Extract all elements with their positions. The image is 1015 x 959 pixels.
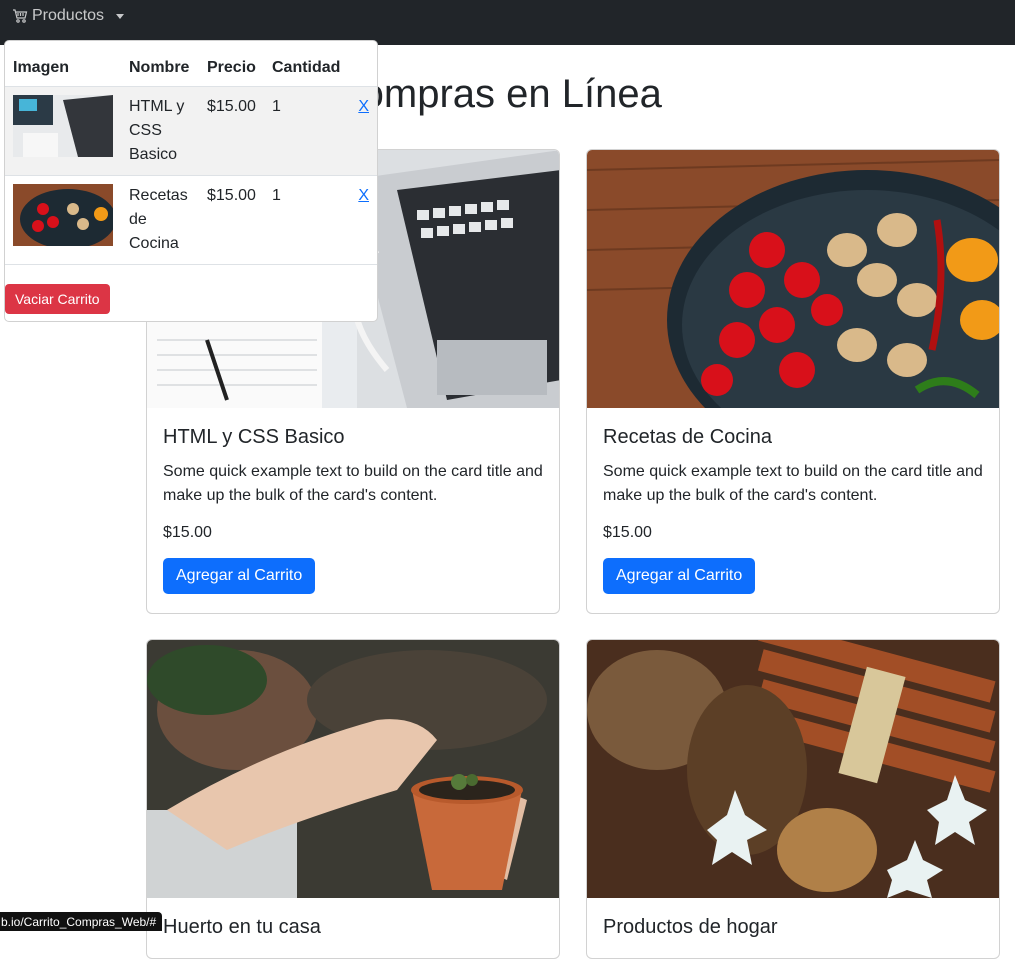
- card-image-home: [587, 640, 999, 898]
- add-to-cart-button[interactable]: Agregar al Carrito: [603, 558, 756, 594]
- cart-item-qty: 1: [264, 175, 351, 265]
- cart-icon: [12, 8, 28, 24]
- cart-table-header: Imagen Nombre Precio Cantidad: [5, 41, 377, 87]
- cart-item-price: $15.00: [199, 175, 264, 265]
- product-card: Huerto en tu casa: [146, 639, 560, 959]
- add-to-cart-button[interactable]: Agregar al Carrito: [163, 558, 316, 594]
- card-price: $15.00: [163, 524, 212, 541]
- cart-item-name: HTML y CSS Basico: [121, 86, 199, 176]
- cart-item-price: $15.00: [199, 86, 264, 176]
- header-remove: [350, 41, 377, 87]
- card-price: $15.00: [603, 524, 652, 541]
- empty-cart-button[interactable]: Vaciar Carrito: [5, 284, 110, 314]
- card-title: Productos de hogar: [603, 916, 778, 938]
- card-text: Some quick example text to build on the …: [603, 463, 983, 504]
- card-text: Some quick example text to build on the …: [163, 463, 543, 504]
- nav-brand-label: Productos: [32, 7, 105, 24]
- header-imagen: Imagen: [5, 41, 121, 87]
- product-card: Recetas de Cocina Some quick example tex…: [586, 149, 1000, 614]
- productos-dropdown-toggle[interactable]: Productos: [12, 7, 125, 25]
- remove-item-link[interactable]: X: [358, 187, 369, 204]
- header-nombre: Nombre: [121, 41, 199, 87]
- caret-down-icon: [116, 13, 125, 19]
- cart-thumb-laptop: [13, 95, 113, 157]
- card-title: Huerto en tu casa: [163, 916, 321, 938]
- cart-item-qty: 1: [264, 86, 351, 176]
- cart-thumb-cell: [5, 175, 121, 265]
- cart-row: Recetas de Cocina $15.00 1 X: [5, 175, 377, 265]
- header-cantidad: Cantidad: [264, 41, 351, 87]
- card-image-cooking: [587, 150, 999, 408]
- remove-item-link[interactable]: X: [358, 98, 369, 115]
- header-precio: Precio: [199, 41, 264, 87]
- cart-thumb-cooking: [13, 184, 113, 246]
- status-bar-url: b.io/Carrito_Compras_Web/#: [0, 912, 163, 931]
- navbar: Productos: [0, 0, 1015, 45]
- card-image-garden: [147, 640, 559, 898]
- cart-row: HTML y CSS Basico $15.00 1 X: [5, 86, 377, 176]
- card-title: Recetas de Cocina: [603, 426, 772, 448]
- card-title: HTML y CSS Basico: [163, 426, 345, 448]
- cart-table: Imagen Nombre Precio Cantidad HTML y CSS…: [5, 41, 377, 265]
- cart-dropdown: Imagen Nombre Precio Cantidad HTML y CSS…: [4, 40, 378, 322]
- cart-thumb-cell: [5, 86, 121, 176]
- product-card: Productos de hogar: [586, 639, 1000, 959]
- cart-item-name: Recetas de Cocina: [121, 175, 199, 265]
